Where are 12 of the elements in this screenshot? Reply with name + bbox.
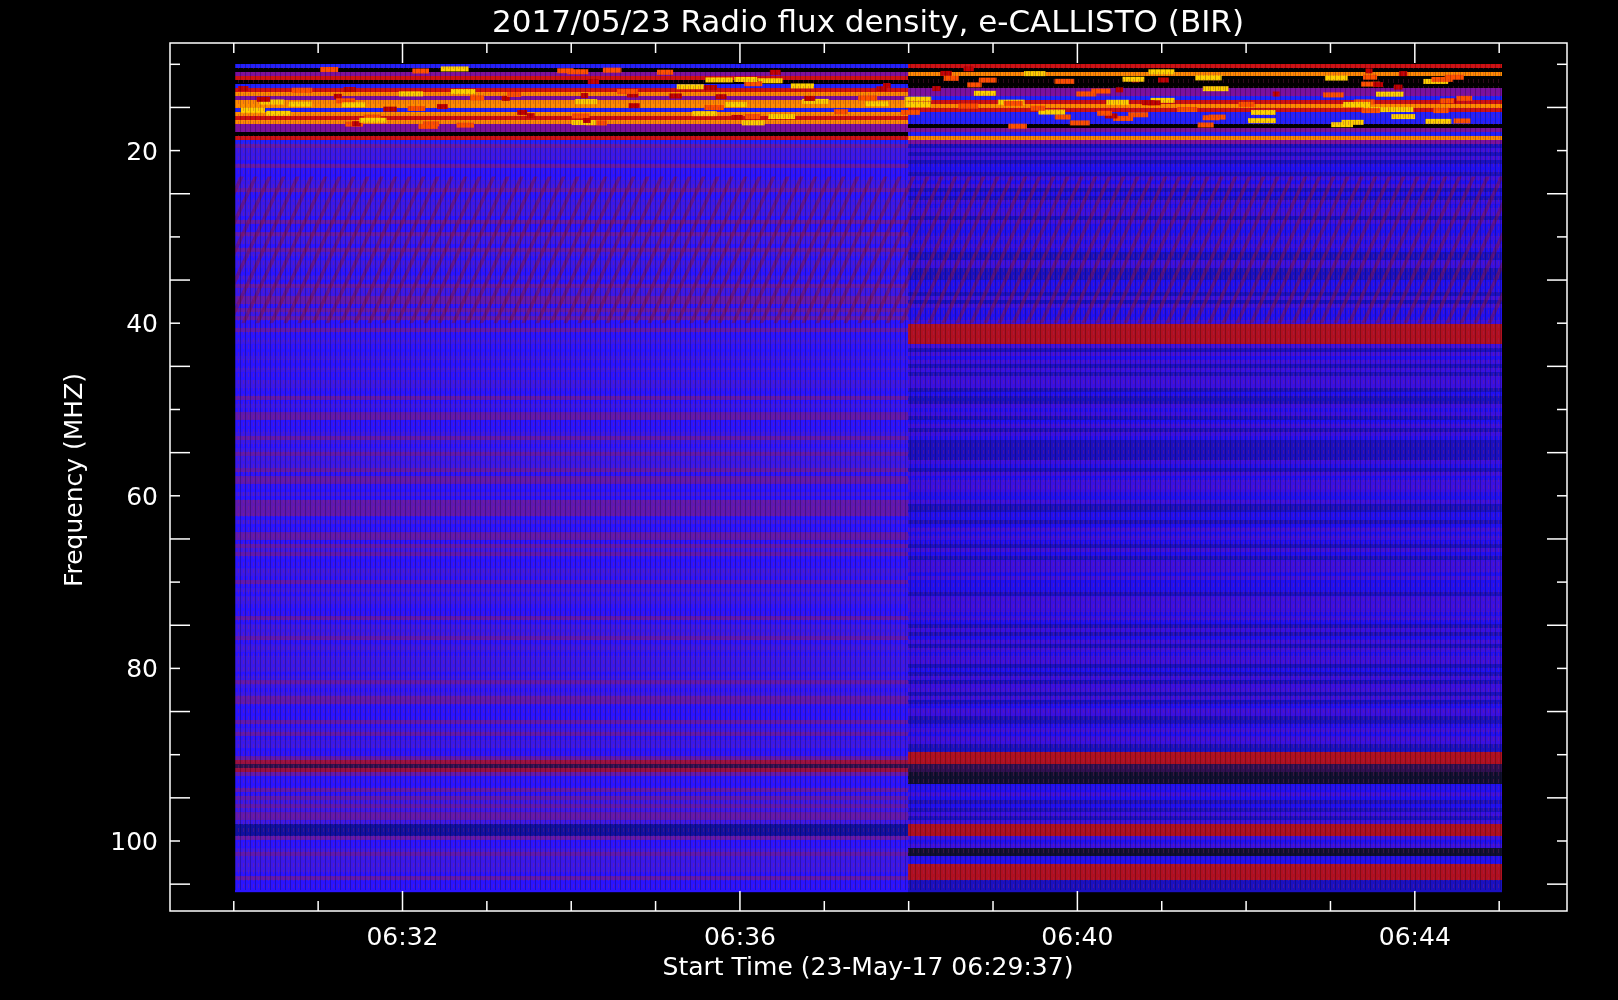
y-tick-label: 40 xyxy=(126,309,158,339)
y-axis-label: Frequency (MHZ) xyxy=(59,372,88,588)
x-tick-label: 06:36 xyxy=(703,922,776,951)
x-tick-label: 06:32 xyxy=(366,922,439,951)
plot-title: 2017/05/23 Radio flux density, e-CALLISTO (BIR) xyxy=(492,3,1244,39)
x-tick-label: 06:40 xyxy=(1041,922,1114,951)
x-axis-label: Start Time (23-May-17 06:29:37) xyxy=(662,952,1074,981)
y-tick-label: 80 xyxy=(126,654,158,684)
y-tick-label: 20 xyxy=(126,136,158,166)
y-tick-label: 100 xyxy=(110,827,158,856)
x-tick-label: 06:44 xyxy=(1378,922,1451,951)
y-tick-label: 60 xyxy=(126,481,158,511)
